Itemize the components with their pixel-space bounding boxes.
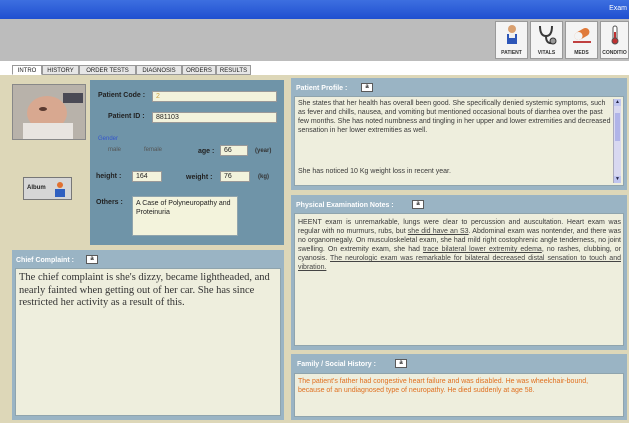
- album-icon: [55, 182, 65, 197]
- physical-exam-edit-button[interactable]: a: [412, 200, 424, 209]
- chief-complaint-edit-button[interactable]: a: [86, 255, 98, 264]
- patient-profile-panel: Patient Profile : a She states that her …: [291, 78, 627, 190]
- family-history-paragraph: The patient's father had congestive hear…: [298, 378, 589, 394]
- chief-complaint-title: Chief Complaint :: [16, 257, 74, 264]
- scroll-down-icon[interactable]: ▼: [614, 176, 621, 183]
- tab-history[interactable]: HISTORY: [42, 65, 79, 75]
- stethoscope-icon: [538, 25, 556, 45]
- patient-info-panel: Patient Code : 2 Patient ID : 881103 Gen…: [90, 80, 284, 245]
- tab-orders[interactable]: ORDERS: [182, 65, 216, 75]
- family-history-edit-button[interactable]: a: [395, 359, 407, 368]
- vitals-button[interactable]: VITALS: [530, 21, 563, 59]
- tab-order-tests[interactable]: ORDER TESTS: [79, 65, 136, 75]
- patient-photo: [12, 84, 86, 140]
- condition-icon: [611, 25, 618, 45]
- exam-paragraph: HEENT exam is unremarkable, lungs were c…: [298, 219, 621, 271]
- patient-id-field[interactable]: 881103: [152, 112, 277, 123]
- scroll-thumb[interactable]: [615, 113, 620, 141]
- weight-unit: (kg): [258, 174, 269, 180]
- album-button[interactable]: Album: [23, 177, 72, 200]
- physical-exam-text[interactable]: HEENT exam is unremarkable, lungs were c…: [294, 213, 624, 346]
- scroll-up-icon[interactable]: ▲: [614, 99, 621, 106]
- patient-id-label: Patient ID :: [108, 113, 145, 120]
- patient-profile-edit-button[interactable]: a: [361, 83, 373, 92]
- age-label: age :: [198, 148, 215, 155]
- family-history-panel: Family / Social History : a The patient'…: [291, 354, 627, 420]
- weight-field[interactable]: 76: [220, 171, 250, 182]
- patient-code-label: Patient Code :: [98, 92, 146, 99]
- patient-icon: [506, 25, 517, 44]
- patient-profile-title: Patient Profile :: [296, 85, 348, 92]
- age-field[interactable]: 66: [220, 145, 248, 156]
- others-label: Others :: [96, 199, 123, 206]
- profile-paragraph-2: She has noticed 10 Kg weight loss in rec…: [298, 168, 451, 175]
- tab-intro[interactable]: INTRO: [12, 65, 42, 75]
- age-unit: (year): [255, 148, 272, 154]
- height-field[interactable]: 164: [132, 171, 162, 182]
- window-title: Exam: [609, 5, 627, 12]
- meds-button[interactable]: MEDS: [565, 21, 598, 59]
- others-field[interactable]: A Case of Polyneuropathy and Proteinuria: [132, 196, 238, 236]
- patient-profile-text[interactable]: She states that her health has overall b…: [294, 96, 624, 186]
- physical-exam-title: Physical Examination Notes :: [296, 202, 394, 209]
- tab-results[interactable]: RESULTS: [216, 65, 251, 75]
- patient-button[interactable]: PATIENT: [495, 21, 528, 59]
- title-bar: Exam: [0, 0, 629, 19]
- height-label: height :: [96, 173, 122, 180]
- weight-label: weight :: [186, 174, 213, 181]
- meds-icon: [572, 28, 591, 43]
- condition-button[interactable]: CONDITIO: [600, 21, 629, 59]
- chief-complaint-panel: Chief Complaint : a The chief complaint …: [12, 250, 284, 420]
- chief-complaint-text[interactable]: The chief complaint is she's dizzy, beca…: [15, 268, 281, 416]
- gender-male-option[interactable]: male: [108, 147, 121, 153]
- family-history-text[interactable]: The patient's father had congestive hear…: [294, 373, 624, 417]
- patient-code-field[interactable]: 2: [152, 91, 277, 102]
- profile-paragraph-1: She states that her health has overall b…: [298, 100, 611, 134]
- physical-exam-panel: Physical Examination Notes : a HEENT exa…: [291, 195, 627, 350]
- gender-label: Gender: [98, 136, 119, 142]
- gender-female-option[interactable]: female: [144, 147, 162, 153]
- family-history-title: Family / Social History :: [297, 361, 376, 368]
- profile-scrollbar[interactable]: ▲ ▼: [613, 99, 621, 183]
- toolbar: PATIENT VITALS MEDS CONDITIO: [0, 19, 629, 61]
- tab-diagnosis[interactable]: DIAGNOSIS: [136, 65, 182, 75]
